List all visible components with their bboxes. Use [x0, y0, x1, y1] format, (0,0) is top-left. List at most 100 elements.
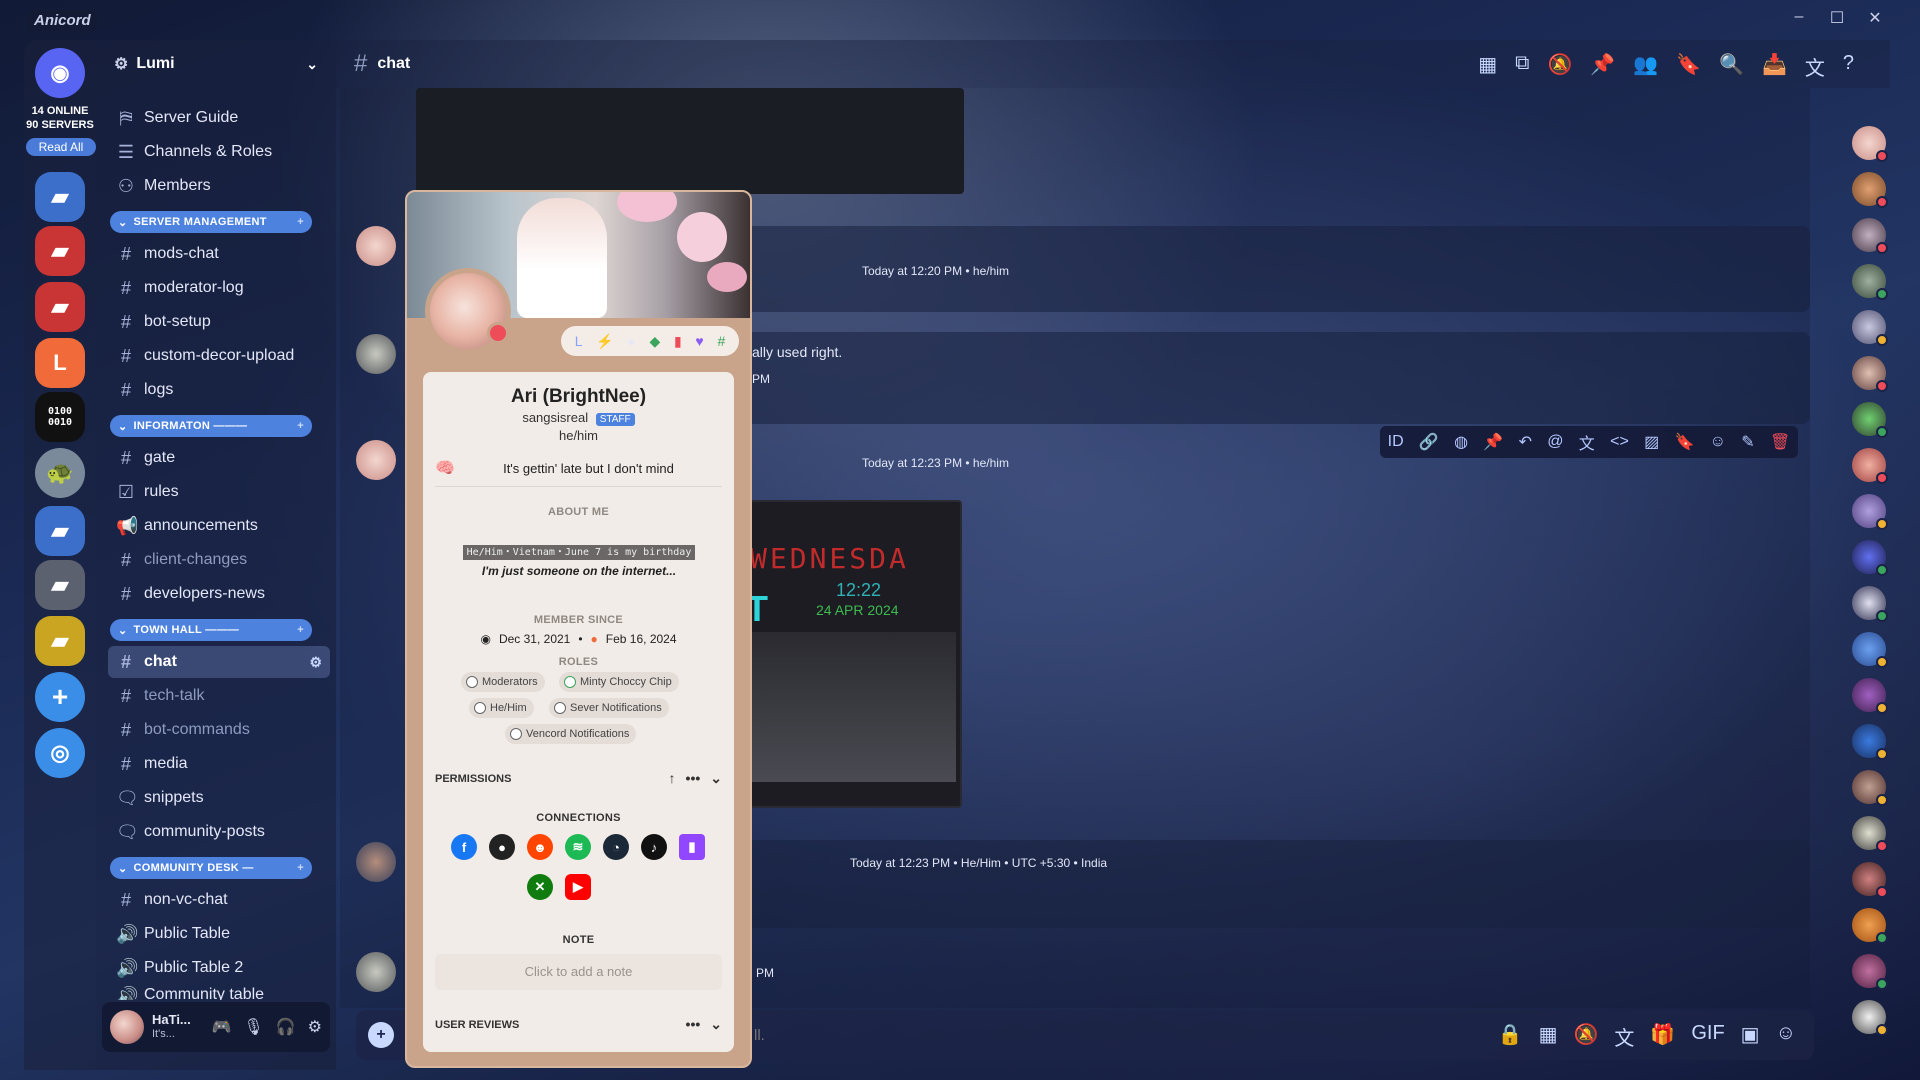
avatar[interactable]: [356, 952, 396, 992]
mute-icon[interactable]: 🔕: [1547, 52, 1572, 81]
avatar[interactable]: [1852, 126, 1888, 162]
badge-icon[interactable]: L: [575, 333, 583, 349]
channel-public-table-2[interactable]: 🔊 Public Table 2: [108, 952, 330, 984]
xbox-icon[interactable]: ✕: [527, 874, 553, 900]
avatar[interactable]: [1852, 678, 1888, 714]
translate-icon[interactable]: 文: [1579, 430, 1595, 454]
spotify-icon[interactable]: ≋: [565, 834, 591, 860]
help-icon[interactable]: ?: [1843, 52, 1854, 81]
avatar[interactable]: [110, 1010, 144, 1044]
channel-logs[interactable]: # logs: [108, 374, 330, 406]
members-icon[interactable]: 👥: [1633, 52, 1658, 81]
add-channel-icon[interactable]: +: [297, 420, 304, 432]
more-icon[interactable]: •••: [686, 770, 701, 787]
chevron-down-icon[interactable]: ⌄: [710, 1016, 722, 1033]
arrow-up-icon[interactable]: ↑: [669, 770, 676, 787]
settings-gear-icon[interactable]: ⚙: [308, 1017, 322, 1037]
channel-client-changes[interactable]: # client-changes: [108, 544, 330, 576]
channel-snippets[interactable]: 🗨 snippets: [108, 782, 330, 814]
server-header[interactable]: ⚙ Lumi ⌄: [96, 40, 336, 88]
badge-icon[interactable]: ▮: [674, 333, 682, 350]
avatar[interactable]: [1852, 862, 1888, 898]
gif-icon[interactable]: GIF: [1691, 1022, 1724, 1051]
badge-icon[interactable]: ◆: [650, 333, 661, 350]
add-channel-icon[interactable]: +: [297, 862, 304, 874]
channel-moderator-log[interactable]: # moderator-log: [108, 272, 330, 304]
channel-developers-news[interactable]: # developers-news: [108, 578, 330, 610]
channel-gate[interactable]: # gate: [108, 442, 330, 474]
twitch-icon[interactable]: ▮: [679, 834, 705, 860]
calendar-icon[interactable]: ▦: [1478, 52, 1497, 81]
lock-icon[interactable]: 🔒: [1498, 1022, 1523, 1051]
avatar[interactable]: [1852, 448, 1888, 484]
permissions-row[interactable]: PERMISSIONS ↑ ••• ⌄: [435, 770, 722, 787]
minimize-button[interactable]: –: [1782, 8, 1816, 26]
add-channel-icon[interactable]: +: [297, 624, 304, 636]
emoji-icon[interactable]: ☺: [1776, 1022, 1796, 1051]
avatar[interactable]: [356, 440, 396, 480]
pin-icon[interactable]: 📌: [1590, 52, 1615, 81]
explore-icon[interactable]: ◎: [35, 728, 85, 778]
add-channel-icon[interactable]: +: [297, 216, 304, 228]
avatar[interactable]: [1852, 1000, 1888, 1036]
translate-icon[interactable]: 文: [1805, 52, 1825, 81]
category-information[interactable]: ⌄ INFORMATON ——— +: [110, 415, 312, 437]
badge-icon[interactable]: ●: [627, 333, 635, 349]
channel-members[interactable]: ⚇ Members: [108, 170, 330, 202]
discord-home-icon[interactable]: ◉: [35, 48, 85, 98]
role-pill[interactable]: Minty Choccy Chip: [559, 672, 679, 692]
avatar[interactable]: [1852, 632, 1888, 668]
message-input[interactable]: [754, 1026, 1354, 1044]
add-attachment-icon[interactable]: +: [368, 1022, 394, 1048]
copy-id-icon[interactable]: ID: [1388, 433, 1404, 451]
bookmark-icon[interactable]: 🔖: [1676, 52, 1701, 81]
channel-community-posts[interactable]: 🗨 community-posts: [108, 816, 330, 848]
channel-announcements[interactable]: 📢 announcements: [108, 510, 330, 542]
channel-community-table[interactable]: 🔊 Community table: [108, 986, 330, 1000]
badge-icon[interactable]: #: [717, 333, 725, 349]
avatar[interactable]: [1852, 770, 1888, 806]
channel-tech-talk[interactable]: # tech-talk: [108, 680, 330, 712]
avatar[interactable]: [356, 842, 396, 882]
reddit-icon[interactable]: ☻: [527, 834, 553, 860]
mute-icon[interactable]: 🔕: [1574, 1022, 1599, 1051]
youtube-icon[interactable]: ▶: [565, 874, 591, 900]
avatar[interactable]: [1852, 494, 1888, 530]
server-icon-binary[interactable]: 0100 0010: [35, 392, 85, 442]
avatar[interactable]: [1852, 908, 1888, 944]
folder-icon[interactable]: ▰: [35, 226, 85, 276]
role-pill[interactable]: Vencord Notifications: [505, 724, 637, 744]
search-icon[interactable]: 🔍: [1719, 52, 1744, 81]
user-reviews-row[interactable]: USER REVIEWS ••• ⌄: [435, 1016, 722, 1033]
calendar-icon[interactable]: ▦: [1539, 1022, 1558, 1051]
avatar[interactable]: [1852, 310, 1888, 346]
gamepad-icon[interactable]: 🎮: [212, 1017, 232, 1037]
avatar[interactable]: [1852, 954, 1888, 990]
avatar[interactable]: [1852, 264, 1888, 300]
channel-server-guide[interactable]: ⛿ Server Guide: [108, 102, 330, 134]
category-community-desk[interactable]: ⌄ COMMUNITY DESK — +: [110, 857, 312, 879]
folder-icon[interactable]: ▰: [35, 506, 85, 556]
server-icon-turtle[interactable]: 🐢: [35, 448, 85, 498]
channel-mods-chat[interactable]: # mods-chat: [108, 238, 330, 270]
avatar[interactable]: [356, 334, 396, 374]
channel-non-vc-chat[interactable]: # non-vc-chat: [108, 884, 330, 916]
avatar[interactable]: [356, 226, 396, 266]
category-server-management[interactable]: ⌄ SERVER MANAGEMENT +: [110, 211, 312, 233]
mention-icon[interactable]: @: [1547, 433, 1563, 451]
badge-icon[interactable]: ♥: [695, 333, 703, 349]
delete-icon[interactable]: 🗑: [1770, 432, 1790, 452]
microphone-icon[interactable]: 🎙: [243, 1017, 263, 1037]
headphones-icon[interactable]: 🎧: [276, 1017, 296, 1037]
facebook-icon[interactable]: f: [451, 834, 477, 860]
hide-icon[interactable]: ▨: [1644, 432, 1659, 452]
read-all-button[interactable]: Read All: [26, 138, 96, 156]
channel-custom-decor-upload[interactable]: # custom-decor-upload: [108, 340, 330, 372]
code-icon[interactable]: <>: [1610, 433, 1629, 451]
channel-rules[interactable]: ☑ rules: [108, 476, 330, 508]
channel-public-table[interactable]: 🔊 Public Table: [108, 918, 330, 950]
gift-icon[interactable]: 🎁: [1650, 1022, 1675, 1051]
thread-icon[interactable]: ◍: [1454, 432, 1468, 452]
translate-icon[interactable]: 文: [1614, 1022, 1634, 1051]
avatar[interactable]: [1852, 724, 1888, 760]
